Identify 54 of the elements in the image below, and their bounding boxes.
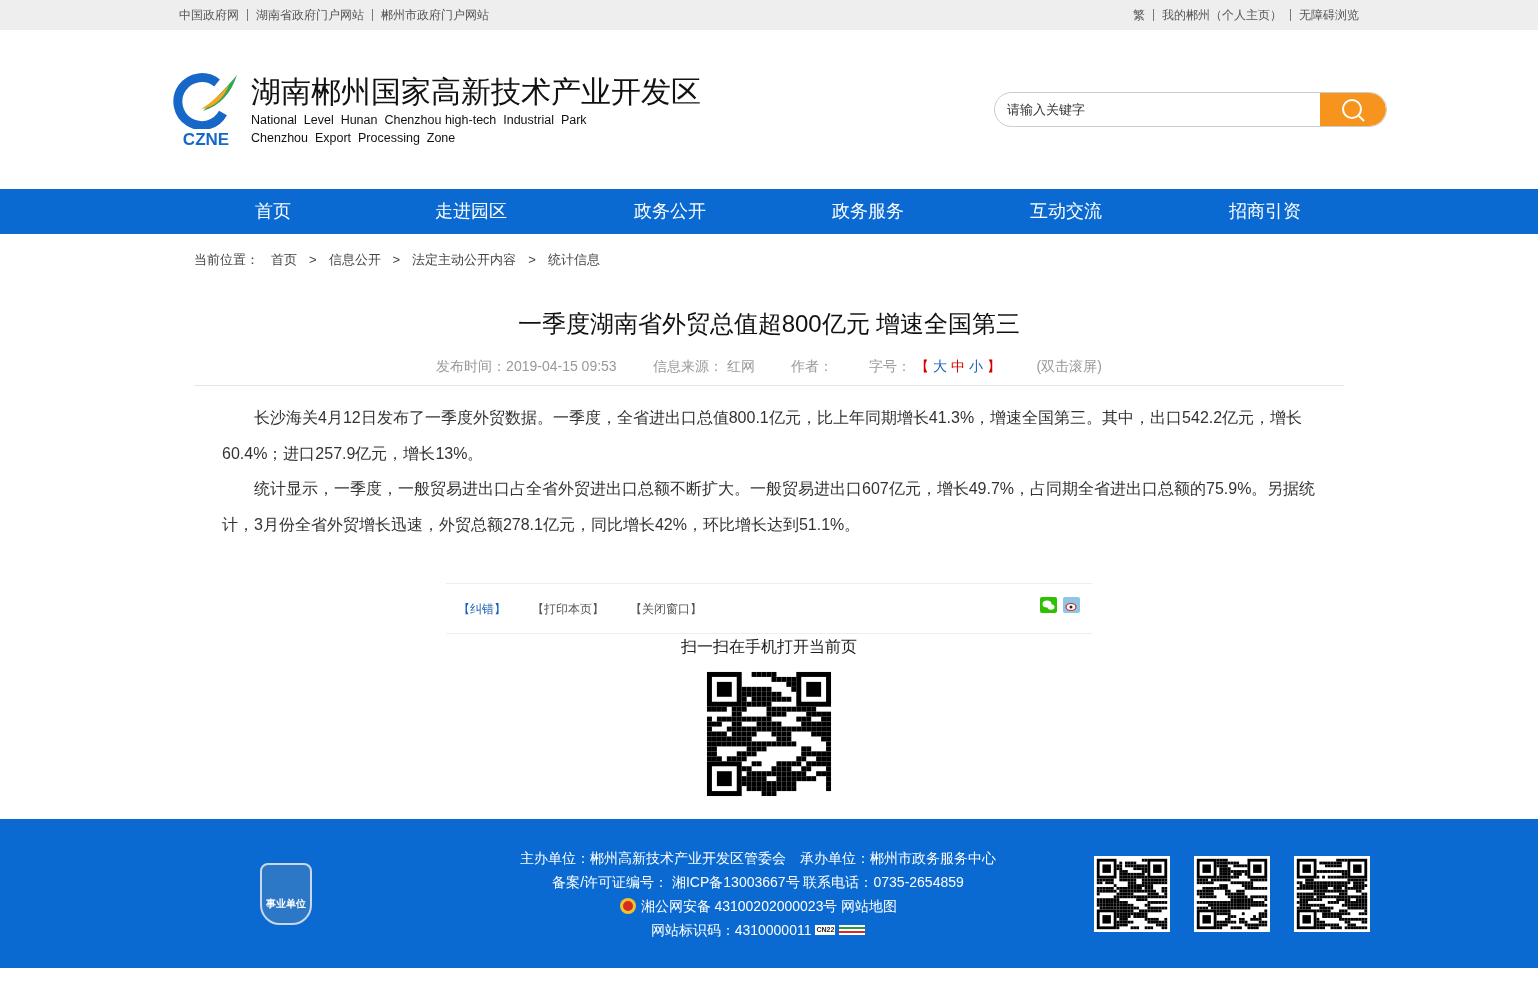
footer-text: 备案/许可证编号： 湘ICP备13003667号 联系电话：0735-2654859 bbox=[552, 872, 964, 892]
top-link[interactable]: 郴州市政府门户网站 bbox=[381, 6, 489, 24]
police-record: 湘公网安备 43100202000023号 bbox=[640, 896, 838, 916]
article-paragraph: 长沙海关4月12日发布了一季度外贸数据。一季度，全省进出口总值800.1亿元，比上年同期增长41.3%，增速全国第三。其中，出口542.2亿元，增长60.4%；进口257.9亿元，增长13%。 bbox=[222, 408, 1304, 464]
logo-icon bbox=[173, 71, 239, 129]
breadcrumb-link[interactable]: 统计信息 bbox=[547, 250, 600, 270]
nav-tab[interactable]: 首页 bbox=[174, 189, 373, 234]
breadcrumb-separator: > bbox=[309, 251, 317, 270]
scroll-hint: (双击滚屏) bbox=[1036, 357, 1102, 376]
action-link[interactable]: 【关闭窗口】 bbox=[630, 599, 702, 618]
site-id: 网站标识码：4310000011 bbox=[650, 920, 812, 940]
search-input[interactable]: 请输入关键字 bbox=[995, 93, 1320, 126]
breadcrumb-link[interactable]: 信息公开 bbox=[328, 250, 381, 270]
nav-tab[interactable]: 政务服务 bbox=[769, 189, 968, 234]
stripe-flag-icon bbox=[839, 924, 866, 935]
author-label: 作者： bbox=[790, 357, 833, 376]
top-link[interactable]: 无障碍浏览 bbox=[1299, 6, 1359, 24]
chat-share-icon[interactable] bbox=[1040, 596, 1057, 613]
breadcrumb-separator: > bbox=[392, 251, 401, 270]
breadcrumb-link[interactable]: 首页 bbox=[271, 250, 297, 270]
sitemap-link[interactable]: 网站地图 bbox=[841, 893, 898, 918]
action-link[interactable]: 【纠错】 bbox=[458, 599, 506, 618]
top-link[interactable]: 湖南省政府门户网站 bbox=[256, 6, 364, 24]
footer-text: 主办单位：郴州高新技术产业开发区管委会 承办单位：郴州市政务服务中心 bbox=[520, 848, 996, 868]
font-size-label: 字号： bbox=[868, 357, 911, 376]
top-link[interactable]: 繁 bbox=[1133, 6, 1145, 24]
site-subtitle: Chenzhou Export Processing Zone bbox=[251, 129, 457, 147]
search-button[interactable] bbox=[1320, 93, 1386, 126]
nav-tab[interactable]: 互动交流 bbox=[967, 189, 1166, 234]
font-size-link[interactable]: 大 bbox=[932, 356, 947, 377]
nav-tab[interactable]: 招商引资 bbox=[1165, 189, 1364, 234]
info-source: 信息来源： 红网 bbox=[652, 357, 755, 376]
police-emblem-icon bbox=[618, 896, 637, 915]
article-title: 一季度湖南省外贸总值超800亿元 增速全国第三 bbox=[516, 309, 1022, 339]
logo-text: CZNE bbox=[182, 131, 230, 148]
nav-tab[interactable]: 走进园区 bbox=[372, 189, 571, 234]
top-link[interactable]: 我的郴州（个人主页） bbox=[1162, 6, 1282, 24]
site-title: 湖南郴州国家高新技术产业开发区 bbox=[251, 74, 701, 110]
bracket: 【 bbox=[914, 357, 929, 376]
breadcrumb-label: 当前位置： bbox=[194, 251, 259, 270]
badge-text: 事业单位 bbox=[266, 896, 306, 911]
font-size-link[interactable]: 小 bbox=[968, 356, 983, 377]
publish-time: 发布时间：2019-04-15 09:53 bbox=[436, 357, 617, 376]
font-size-link[interactable]: 中 bbox=[950, 356, 965, 377]
breadcrumb-link[interactable]: 法定主动公开内容 bbox=[412, 250, 517, 270]
action-link[interactable]: 【打印本页】 bbox=[532, 599, 604, 618]
top-link[interactable]: 中国政府网 bbox=[179, 6, 239, 24]
site-subtitle: National Level Hunan Chenzhou high-tech Industrial Park bbox=[251, 111, 588, 129]
breadcrumb-separator: > bbox=[528, 251, 536, 270]
bracket: 】 bbox=[986, 357, 1001, 376]
nav-tab[interactable]: 政务公开 bbox=[570, 189, 769, 234]
qr-caption: 扫一扫在手机打开当前页 bbox=[680, 637, 858, 657]
search-icon bbox=[1340, 96, 1366, 123]
article-paragraph: 统计显示，一季度，一般贸易进出口占全省外贸进出口总额不断扩大。一般贸易进出口607亿元，增长49.7%，占同期全省进出口总额的75.9%。另据统计，3月份全省外贸增长迅速，外贸总额278.1亿元，同比增长42%，环比增长达到51.1%。 bbox=[222, 479, 1316, 535]
